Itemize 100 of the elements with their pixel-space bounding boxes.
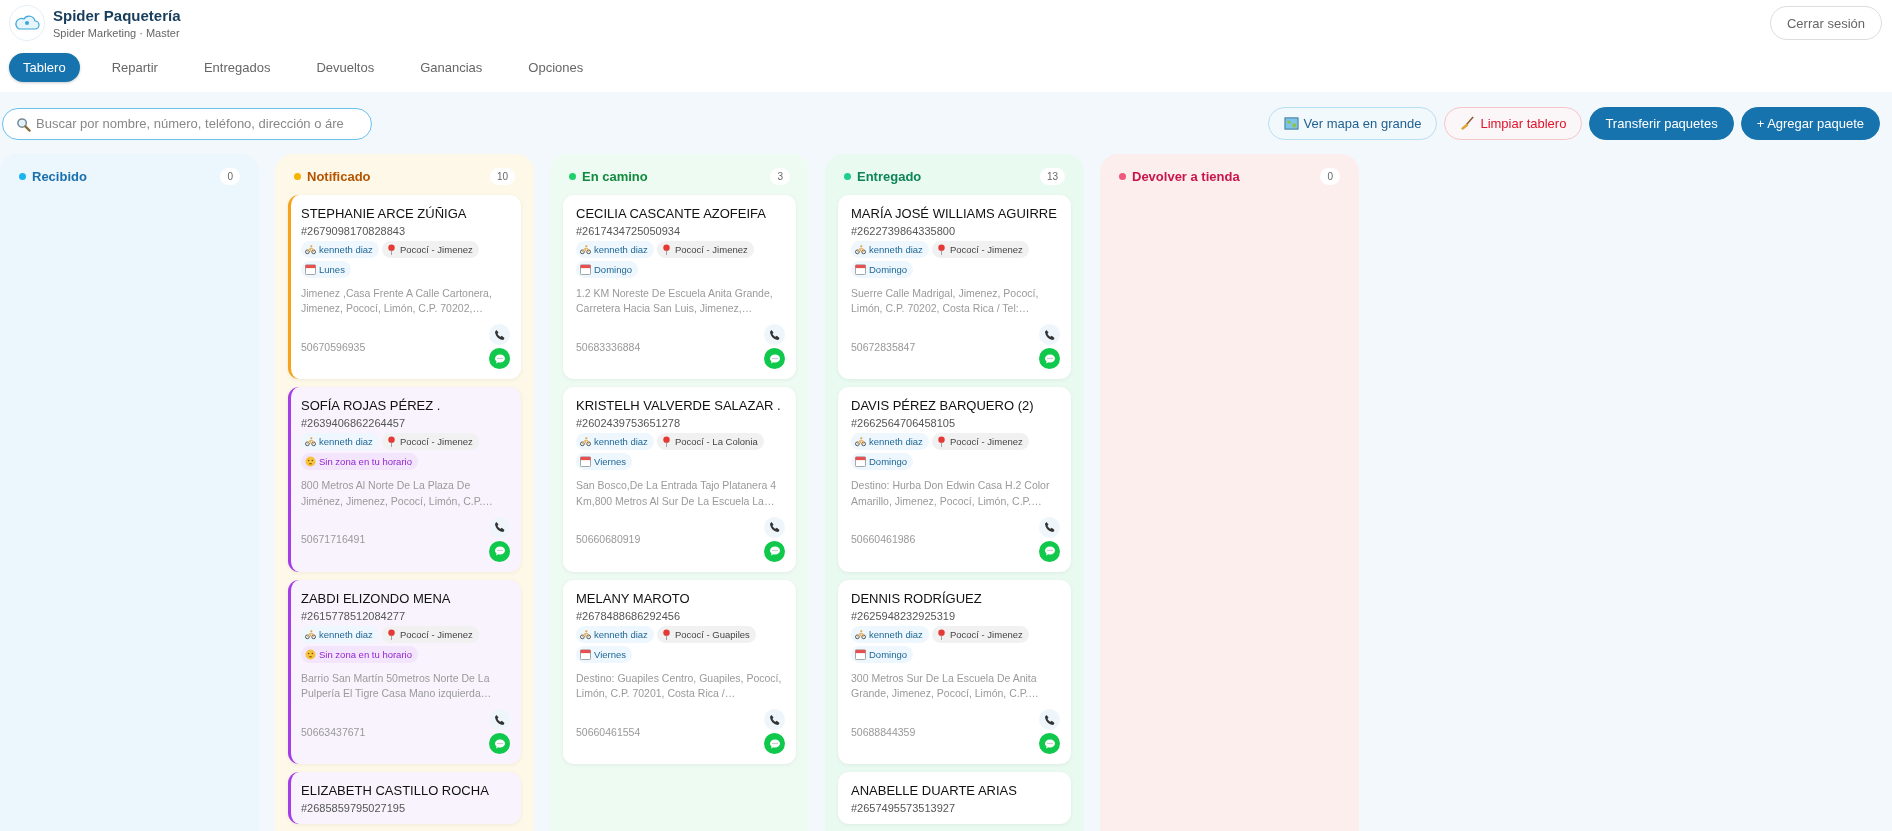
search-icon (16, 116, 31, 132)
pin-icon (935, 628, 947, 640)
call-button[interactable] (764, 324, 785, 346)
pin-icon (385, 628, 397, 640)
customer-name: ANABELLE DUARTE ARIAS (851, 783, 1018, 799)
info-tag: Sin zona en tu horario (301, 645, 418, 663)
nav-tab[interactable]: Ganancias (406, 53, 497, 82)
calendar-icon (305, 264, 316, 275)
tracking-number: #2662564706458105 (851, 417, 956, 430)
cyclist-icon (855, 628, 866, 640)
phone-number: 50660680919 (576, 533, 641, 546)
phone-number: 50683336884 (576, 340, 641, 353)
info-tag: Domingo (851, 261, 914, 278)
package-card[interactable]: SOFÍA ROJAS PÉREZ . #2639406862264457 kenneth diaz Pococí - Jimenez Sin zona en tu horario 800 Metros Al Norte De La Plaza De Jiménez, Jimenez, Pococí, Limón, C.P.… 50671716491 (288, 387, 521, 572)
phone-number: 50670596935 (301, 340, 366, 353)
tracking-number: #2685859795027195 (301, 802, 406, 815)
calendar-icon (855, 648, 866, 660)
package-card[interactable]: MELANY MAROTO #2678488686292456 kenneth diaz Pococí - Guapiles Viernes Destino: Guapiles Centro, Guapiles, Pococí, Limón, C.P. 70201, Costa Rica /… 50660461554 (563, 579, 796, 765)
call-button[interactable] (489, 709, 510, 731)
pin-icon (660, 244, 672, 255)
phone-icon (768, 521, 781, 534)
app-subtitle: Spider Marketing · Master (53, 27, 181, 39)
toolbar-button[interactable]: Ver mapa en grande (1267, 107, 1438, 140)
call-button[interactable] (764, 709, 785, 731)
call-button[interactable] (764, 516, 785, 538)
customer-name: SOFÍA ROJAS PÉREZ . (301, 398, 442, 414)
toolbar-button[interactable]: Transferir paquetes (1589, 107, 1734, 140)
tracking-number: #2602439753651278 (576, 417, 681, 430)
nav-tab[interactable]: Devueltos (302, 53, 389, 82)
toolbar-button[interactable]: Limpiar tablero (1444, 107, 1583, 140)
info-tag: Pococí - Guapiles (656, 625, 756, 643)
call-button[interactable] (1039, 324, 1060, 346)
info-tag: Pococí - Jimenez (931, 433, 1029, 451)
info-tag: Pococí - Jimenez (931, 241, 1029, 258)
cloud-logo-icon (9, 5, 45, 41)
package-card[interactable]: DAVIS PÉREZ BARQUERO (2) #2662564706458105 kenneth diaz Pococí - Jimenez Domingo Destino: Hurba Don Edwin Casa H.2 Color Amarillo, Jimenez, Pococí, Limón, C.P.… 50660461986 (838, 387, 1071, 572)
phone-icon (1043, 713, 1056, 726)
package-card[interactable]: ELIZABETH CASTILLO ROCHA #2685859795027195 (288, 772, 521, 825)
package-card[interactable]: CECILIA CASCANTE AZOFEIFA #2617434725050934 kenneth diaz Pococí - Jimenez Domingo 1.2 KM Noreste De Escuela Anita Grande, Carretera Hacia San Luis, Jimenez,… 50683336884 (563, 195, 796, 380)
phone-icon (1043, 521, 1056, 534)
column-title: Devolver a tienda (1132, 169, 1240, 184)
customer-name: CECILIA CASCANTE AZOFEIFA (576, 206, 767, 221)
nav-tab[interactable]: Tablero (9, 53, 80, 82)
nav-tab[interactable]: Entregados (189, 53, 285, 82)
delivery-address: Jimenez ,Casa Frente A Calle Cartonera, Jimenez, Pococí, Limón, C.P. 70202,… (301, 286, 493, 317)
call-button[interactable] (1039, 709, 1060, 731)
chat-bubble-icon (493, 545, 506, 558)
info-tag: Viernes (576, 645, 633, 663)
pin-icon (660, 628, 672, 640)
logout-button[interactable]: Cerrar sesión (1769, 6, 1882, 40)
delivery-address: 1.2 KM Noreste De Escuela Anita Grande, Carretera Hacia San Luis, Jimenez,… (576, 286, 774, 317)
phone-number: 50660461554 (576, 725, 641, 738)
info-tag: kenneth diaz (851, 625, 929, 643)
package-card[interactable]: MARÍA JOSÉ WILLIAMS AGUIRRE #2622739864335800 kenneth diaz Pococí - Jimenez Domingo Suerre Calle Madrigal, Jimenez, Pococí, Limón, C.P. 70202, Costa Rica / Tel:… 50672835847 (838, 195, 1071, 380)
info-tag: Pococí - Jimenez (381, 241, 479, 258)
thinking-face-icon (305, 648, 316, 660)
info-tag: kenneth diaz (301, 241, 379, 258)
pin-icon (385, 244, 397, 255)
nav-tab[interactable]: Repartir (97, 53, 172, 82)
tracking-number: #2657495573513927 (851, 802, 956, 815)
package-card[interactable]: KRISTELH VALVERDE SALAZAR . #2602439753651278 kenneth diaz Pococí - La Colonia Viernes San Bosco,De La Entrada Tajo Platanera 4 Km,800 Metros Al Sur De La Escuela La… 50660680919 (563, 387, 796, 572)
customer-name: MELANY MAROTO (576, 590, 691, 606)
chat-bubble-icon (768, 737, 781, 750)
delivery-address: 800 Metros Al Norte De La Plaza De Jiménez, Jimenez, Pococí, Limón, C.P.… (301, 478, 494, 509)
info-tag: kenneth diaz (851, 433, 929, 451)
package-card[interactable]: DENNIS RODRÍGUEZ #2625948232925319 kenneth diaz Pococí - Jimenez Domingo 300 Metros Sur De La Escuela De Anita Grande, Jimenez, Pococí, Limón, C.P.… 50688844359 (838, 579, 1071, 765)
info-tag: kenneth diaz (301, 433, 379, 451)
info-tag: Pococí - La Colonia (656, 433, 764, 451)
call-button[interactable] (1039, 516, 1060, 538)
count-badge: 3 (770, 168, 790, 185)
cyclist-icon (305, 628, 316, 640)
pin-icon (935, 244, 947, 255)
customer-name: STEPHANIE ARCE ZÚÑIGA (301, 206, 468, 221)
calendar-icon (580, 648, 591, 660)
phone-icon (768, 713, 781, 726)
chat-bubble-icon (768, 545, 781, 558)
info-tag: kenneth diaz (851, 241, 929, 258)
call-button[interactable] (489, 516, 510, 538)
info-tag: Domingo (851, 453, 914, 471)
delivery-address: Destino: Guapiles Centro, Guapiles, Pococí, Limón, C.P. 70201, Costa Rica /… (576, 670, 783, 702)
cyclist-icon (305, 244, 316, 255)
toolbar-button[interactable]: + Agregar paquete (1740, 107, 1880, 140)
tracking-number: #2639406862264457 (301, 417, 406, 430)
phone-number: 50672835847 (851, 340, 916, 353)
chat-bubble-icon (768, 352, 781, 365)
call-button[interactable] (489, 324, 510, 346)
chat-bubble-icon (1043, 352, 1056, 365)
package-card[interactable]: ANABELLE DUARTE ARIAS #2657495573513927 (838, 772, 1071, 825)
tracking-number: #2617434725050934 (576, 225, 681, 237)
chat-bubble-icon (493, 352, 506, 365)
package-card[interactable]: STEPHANIE ARCE ZÚÑIGA #2679098170828843 kenneth diaz Pococí - Jimenez Lunes Jimenez ,Casa Frente A Calle Cartonera, Jimenez, Pococí, Limón, C.P. 70202,… 50670596935 (288, 195, 521, 380)
cyclist-icon (580, 628, 591, 640)
nav-tab[interactable]: Opciones (514, 53, 598, 82)
package-card[interactable]: ZABDI ELIZONDO MENA #2615778512084277 kenneth diaz Pococí - Jimenez Sin zona en tu horario Barrio San Martín 50metros Norte De La Pulpería El Tigre Casa Mano izquierda… 50663437671 (288, 579, 521, 765)
tracking-number: #2615778512084277 (301, 609, 406, 622)
delivery-address: 300 Metros Sur De La Escuela De Anita Grande, Jimenez, Pococí, Limón, C.P.… (851, 670, 1040, 702)
search-field[interactable]: Buscar por nombre, número, teléfono, dirección o áre (2, 107, 372, 140)
calendar-icon (855, 456, 866, 468)
delivery-address: Suerre Calle Madrigal, Jimenez, Pococí, Limón, C.P. 70202, Costa Rica / Tel:… (851, 286, 1040, 317)
column-title: Notificado (307, 169, 371, 184)
